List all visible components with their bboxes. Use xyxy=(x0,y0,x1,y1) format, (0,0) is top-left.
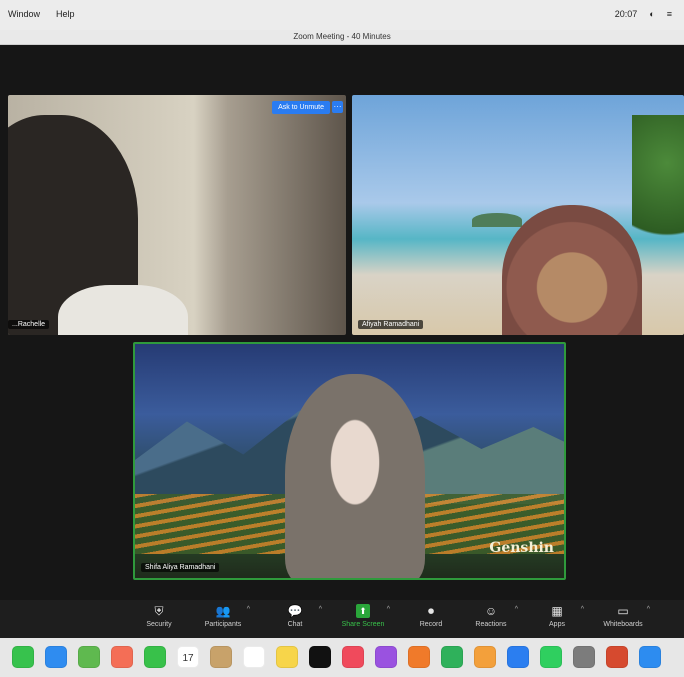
meeting-toolbar: ⛨ Security 👥 Participants ^ 💬 Chat ^ ⬆ S… xyxy=(0,600,684,638)
music-icon[interactable] xyxy=(342,646,364,668)
shield-icon: ⛨ xyxy=(154,604,164,618)
podcasts-icon[interactable] xyxy=(375,646,397,668)
zoom-icon[interactable] xyxy=(639,646,661,668)
video-tile-1[interactable]: Ask to Unmute ··· ...Rachelle xyxy=(8,95,346,335)
participant-name: Shifa Aliya Ramadhani xyxy=(141,563,220,572)
share-screen-label: Share Screen xyxy=(341,621,385,628)
chat-button[interactable]: 💬 Chat ^ xyxy=(260,604,330,628)
participant-name: Afiyah Ramadhani xyxy=(358,320,424,329)
messages-icon[interactable] xyxy=(12,646,34,668)
menu-window[interactable]: Window xyxy=(8,9,40,19)
participant-video xyxy=(502,205,642,335)
chevron-up-icon[interactable]: ^ xyxy=(647,606,650,613)
chevron-up-icon[interactable]: ^ xyxy=(247,606,250,613)
numbers-icon[interactable] xyxy=(441,646,463,668)
ask-to-unmute-button[interactable]: Ask to Unmute xyxy=(272,101,330,114)
contacts-icon[interactable] xyxy=(210,646,232,668)
apps-button[interactable]: ▦ Apps ^ xyxy=(522,604,592,628)
maps-icon[interactable] xyxy=(78,646,100,668)
whiteboards-button[interactable]: ▭ Whiteboards ^ xyxy=(588,604,658,628)
participants-label: Participants xyxy=(204,621,242,628)
tv-icon[interactable] xyxy=(309,646,331,668)
whatsapp-icon[interactable] xyxy=(540,646,562,668)
reactions-button[interactable]: ☺ Reactions ^ xyxy=(456,604,526,628)
menubar-clock: 20:07 xyxy=(614,9,638,19)
whiteboards-label: Whiteboards xyxy=(603,621,643,628)
video-tile-2[interactable]: Afiyah Ramadhani xyxy=(352,95,684,335)
island xyxy=(472,213,522,227)
participant-name: ...Rachelle xyxy=(8,320,50,329)
security-label: Security xyxy=(146,621,172,628)
security-button[interactable]: ⛨ Security xyxy=(124,604,194,628)
palm-tree xyxy=(632,115,684,275)
participant-video xyxy=(285,374,425,578)
share-screen-button[interactable]: ⬆ Share Screen ^ xyxy=(328,604,398,628)
chevron-up-icon[interactable]: ^ xyxy=(387,606,390,613)
share-screen-icon: ⬆ xyxy=(356,604,370,618)
participants-button[interactable]: 👥 Participants ^ xyxy=(188,604,258,628)
menu-bar: Window Help 20:07 ◐ ≡ xyxy=(0,0,684,30)
calendar-icon[interactable]: 17 xyxy=(177,646,199,668)
menu-extra-icon[interactable]: ≡ xyxy=(667,9,672,19)
photos-icon[interactable] xyxy=(111,646,133,668)
reactions-label: Reactions xyxy=(475,621,507,628)
game-watermark: Genshin xyxy=(489,540,554,556)
facetime-icon[interactable] xyxy=(144,646,166,668)
tile-more-button[interactable]: ··· xyxy=(332,101,343,113)
chevron-up-icon[interactable]: ^ xyxy=(319,606,322,613)
chat-label: Chat xyxy=(287,621,303,628)
notes-icon[interactable] xyxy=(276,646,298,668)
pages-icon[interactable] xyxy=(474,646,496,668)
reminders-icon[interactable] xyxy=(243,646,265,668)
video-stage: Ask to Unmute ··· ...Rachelle Afiyah Ram… xyxy=(0,45,684,600)
mail-icon[interactable] xyxy=(45,646,67,668)
macos-dock: 17 xyxy=(0,638,684,677)
chevron-up-icon[interactable]: ^ xyxy=(515,606,518,613)
participant-shirt xyxy=(58,285,188,335)
chevron-up-icon[interactable]: ^ xyxy=(581,606,584,613)
record-label: Record xyxy=(419,621,443,628)
books-icon[interactable] xyxy=(408,646,430,668)
appstore-icon[interactable] xyxy=(507,646,529,668)
menu-help[interactable]: Help xyxy=(56,9,75,19)
video-tile-active-speaker[interactable]: Genshin Shifa Aliya Ramadhani xyxy=(133,342,566,580)
apps-label: Apps xyxy=(549,621,565,628)
control-center-icon[interactable]: ◐ xyxy=(649,9,654,19)
powerpoint-icon[interactable] xyxy=(606,646,628,668)
window-title: Zoom Meeting - 40 Minutes xyxy=(0,30,684,45)
settings-icon[interactable] xyxy=(573,646,595,668)
